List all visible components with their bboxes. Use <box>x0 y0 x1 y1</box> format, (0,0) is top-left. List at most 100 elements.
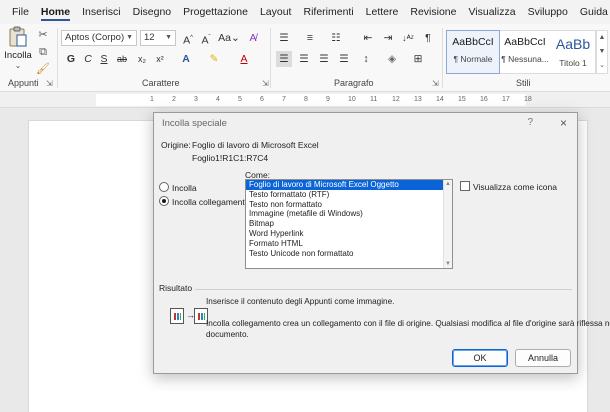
result-line-3: documento. <box>206 330 249 339</box>
align-left-icon[interactable]: ☰ <box>276 51 292 67</box>
list-item[interactable]: Word Hyperlink <box>246 229 452 239</box>
help-icon[interactable]: ? <box>527 117 533 128</box>
sort-icon[interactable]: ↓ᴬᶻ <box>400 30 416 46</box>
change-case-icon[interactable]: Aa⌄ <box>218 30 240 46</box>
list-item[interactable]: Formato HTML <box>246 239 452 249</box>
chevron-down-icon: ▼ <box>165 34 172 41</box>
tab-riferimenti[interactable]: Riferimenti <box>297 0 359 24</box>
grow-font-icon[interactable]: A^ <box>180 30 196 47</box>
tab-revisione[interactable]: Revisione <box>404 0 462 24</box>
menu-bar: File Home Inserisci Disegno Progettazion… <box>0 0 610 24</box>
format-listbox[interactable]: Foglio di lavoro di Microsoft Excel Ogge… <box>245 179 453 269</box>
tab-file[interactable]: File <box>6 0 35 24</box>
paste-link-radio-label[interactable]: Incolla collegamento <box>172 197 250 207</box>
ruler-tick: 17 <box>502 96 510 103</box>
style-normale[interactable]: AaBbCcI ¶ Normale <box>446 30 500 74</box>
tab-home[interactable]: Home <box>35 0 76 24</box>
carattere-launcher-icon[interactable]: ⇲ <box>262 79 269 88</box>
style-nessuna-spaziatura[interactable]: AaBbCcI ¶ Nessuna... <box>499 31 551 73</box>
align-right-icon[interactable]: ☰ <box>316 51 332 67</box>
italic-button[interactable]: C <box>80 51 96 67</box>
chevron-down-icon[interactable]: ⌄ <box>4 61 32 70</box>
paste-link-radio[interactable] <box>159 196 169 206</box>
font-name-combo[interactable]: Aptos (Corpo) ▼ <box>61 30 137 46</box>
ruler-tick: 1 <box>150 96 154 103</box>
paragrafo-launcher-icon[interactable]: ⇲ <box>432 79 439 88</box>
shrink-font-icon[interactable]: Aˇ <box>198 30 214 47</box>
font-size-combo[interactable]: 12 ▼ <box>140 30 176 46</box>
tab-visualizza[interactable]: Visualizza <box>462 0 521 24</box>
result-line-2: Incolla collegamento crea un collegament… <box>206 319 610 328</box>
chart-document-icon <box>170 308 184 324</box>
tab-progettazione[interactable]: Progettazione <box>177 0 254 24</box>
tab-guida[interactable]: Guida <box>574 0 610 24</box>
justify-icon[interactable]: ☰ <box>336 51 352 67</box>
strikethrough-button[interactable]: ab <box>114 51 130 67</box>
scroll-down-icon[interactable]: ▼ <box>445 261 451 267</box>
highlight-icon[interactable]: ✎ <box>206 51 222 67</box>
listbox-scrollbar[interactable]: ▲ ▼ <box>443 180 452 268</box>
close-icon[interactable]: × <box>560 116 567 130</box>
ruler-tick: 3 <box>194 96 198 103</box>
list-item[interactable]: Immagine (metafile di Windows) <box>246 209 452 219</box>
bold-button[interactable]: G <box>63 51 79 67</box>
decrease-indent-icon[interactable]: ⇤ <box>360 30 376 46</box>
font-size-value: 12 <box>144 32 155 43</box>
text-effects-icon[interactable]: A <box>178 51 194 67</box>
show-as-icon-checkbox[interactable] <box>460 181 470 191</box>
ruler-tick: 8 <box>304 96 308 103</box>
appunti-launcher-icon[interactable]: ⇲ <box>46 79 53 88</box>
scroll-up-icon[interactable]: ▲ <box>445 181 451 187</box>
styles-scroll[interactable]: ▲ ▼ ⌄ <box>596 30 608 74</box>
ok-button[interactable]: OK <box>452 349 508 367</box>
subscript-button[interactable]: x₂ <box>134 51 150 67</box>
copy-icon[interactable]: ⧉ <box>36 45 50 59</box>
align-center-icon[interactable]: ☰ <box>296 51 312 67</box>
paste-radio-label[interactable]: Incolla <box>172 183 197 193</box>
cut-icon[interactable]: ✂ <box>36 28 50 42</box>
divider <box>442 28 443 88</box>
list-item[interactable]: Foglio di lavoro di Microsoft Excel Ogge… <box>246 180 452 190</box>
list-item[interactable]: Testo non formattato <box>246 200 452 210</box>
result-line-1: Inserisce il contenuto degli Appunti com… <box>206 297 395 306</box>
underline-button[interactable]: S <box>96 51 112 67</box>
result-label: Risultato <box>159 283 196 293</box>
style-titolo-1[interactable]: AaBb Titolo 1 <box>551 31 595 73</box>
format-painter-icon[interactable]: 🖌 <box>36 62 50 76</box>
list-item[interactable]: Testo formattato (RTF) <box>246 190 452 200</box>
tab-lettere[interactable]: Lettere <box>360 0 405 24</box>
tab-sviluppo[interactable]: Sviluppo <box>522 0 574 24</box>
group-label-appunti: Appunti <box>8 78 39 88</box>
increase-indent-icon[interactable]: ⇥ <box>380 30 396 46</box>
show-as-icon-label[interactable]: Visualizza come icona <box>473 182 557 192</box>
superscript-button[interactable]: x² <box>152 51 168 67</box>
bullets-icon[interactable]: ☰ <box>276 30 292 46</box>
paste-radio[interactable] <box>159 182 169 192</box>
font-color-icon[interactable]: A <box>236 51 252 67</box>
list-item[interactable]: Testo Unicode non formattato <box>246 249 452 259</box>
ruler-tick: 10 <box>348 96 356 103</box>
paste-special-dialog: Incolla speciale ? × Origine: Foglio di … <box>153 112 610 374</box>
group-label-paragrafo: Paragrafo <box>334 78 374 88</box>
shading-icon[interactable]: ◈ <box>384 51 400 67</box>
style-name: Titolo 1 <box>559 58 587 68</box>
pilcrow-icon[interactable]: ¶ <box>420 30 436 46</box>
style-sample: AaBbCcI <box>504 36 546 48</box>
borders-icon[interactable]: ⊞ <box>410 51 426 67</box>
ruler-tick: 11 <box>370 96 378 103</box>
tab-inserisci[interactable]: Inserisci <box>76 0 127 24</box>
styles-gallery: AaBbCcI ¶ Normale AaBbCcI ¶ Nessuna... A… <box>446 30 596 74</box>
style-sample: AaBb <box>555 36 591 52</box>
ruler-tick: 12 <box>392 96 400 103</box>
multilevel-list-icon[interactable]: ☷ <box>328 30 344 46</box>
tab-disegno[interactable]: Disegno <box>127 0 178 24</box>
paste-button[interactable]: Incolla ⌄ <box>4 26 32 78</box>
tab-layout[interactable]: Layout <box>254 0 298 24</box>
line-spacing-icon[interactable]: ↕ <box>358 51 374 67</box>
clear-format-icon[interactable]: A̸ <box>245 30 261 46</box>
cancel-button[interactable]: Annulla <box>515 349 571 367</box>
numbering-icon[interactable]: ≡ <box>302 30 318 46</box>
list-item[interactable]: Bitmap <box>246 219 452 229</box>
ruler: 1 2 3 4 5 6 7 8 9 10 11 12 13 14 15 16 17 18 <box>0 92 610 108</box>
ruler-tick: 4 <box>216 96 220 103</box>
